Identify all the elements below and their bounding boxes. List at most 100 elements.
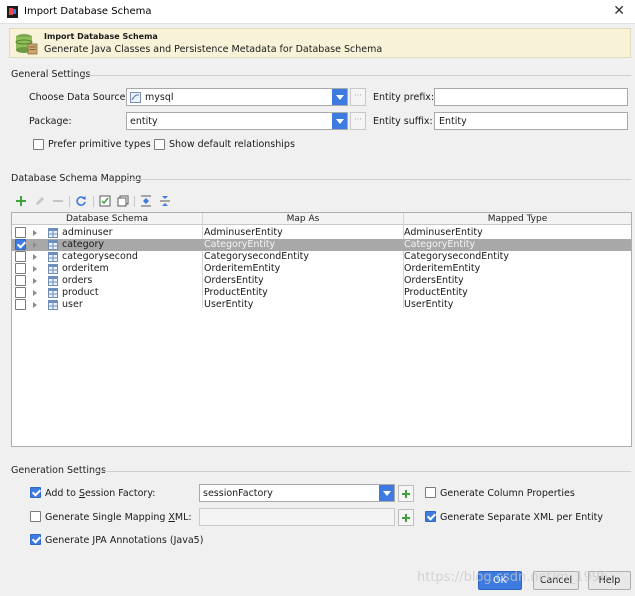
table-icon (48, 240, 58, 250)
column-header-database-schema[interactable]: Database Schema (12, 214, 202, 224)
session-factory-combo[interactable]: sessionFactory (199, 484, 395, 502)
banner-title: Import Database Schema (44, 32, 158, 41)
session-factory-checkbox[interactable] (30, 487, 41, 498)
browse-data-source-button[interactable]: ··· (350, 88, 366, 106)
data-source-combo[interactable]: mysql (126, 88, 348, 106)
row-schema-name: orderitem (62, 263, 109, 274)
toolbar-separator (69, 196, 70, 207)
show-default-checkbox[interactable] (154, 139, 165, 150)
row-schema-name: adminuser (62, 227, 113, 238)
single-mapping-xml-checkbox[interactable] (30, 511, 41, 522)
separate-xml-checkbox[interactable] (425, 511, 436, 522)
table-row[interactable]: adminuser AdminuserEntity AdminuserEntity (12, 227, 631, 239)
watermark-text: https://blog.csdn.net/m_1996 (417, 570, 609, 585)
entity-suffix-label: Entity suffix: (373, 116, 433, 127)
intellij-app-icon (7, 6, 18, 18)
title-bar: Import Database Schema ✕ (0, 0, 635, 24)
entity-prefix-field[interactable] (434, 88, 628, 106)
entity-prefix-label: Entity prefix: (373, 92, 435, 103)
collapse-all-icon[interactable] (159, 195, 171, 207)
chevron-down-icon[interactable] (332, 89, 347, 105)
prefer-primitive-label: Prefer primitive types (48, 139, 151, 150)
row-checkbox[interactable] (15, 263, 26, 274)
table-row[interactable]: category CategoryEntity CategoryEntity (12, 239, 631, 251)
row-schema-name: product (62, 287, 99, 298)
table-row[interactable]: orderitem OrderitemEntity OrderitemEntity (12, 263, 631, 275)
data-source-value: mysql (145, 92, 174, 103)
add-session-factory-button[interactable] (398, 485, 414, 502)
jpa-annotations-checkbox[interactable] (30, 534, 41, 545)
schema-mapping-table[interactable]: Database Schema Map As Mapped Type admin… (11, 212, 632, 447)
table-icon (48, 252, 58, 262)
jpa-annotations-label: Generate JPA Annotations (Java5) (45, 535, 204, 546)
expand-all-icon[interactable] (140, 195, 152, 207)
row-schema-name: orders (62, 275, 93, 286)
row-checkbox[interactable] (15, 275, 26, 286)
generation-settings-heading: Generation Settings (11, 465, 106, 476)
column-header-mapped-type[interactable]: Mapped Type (404, 214, 631, 224)
select-all-icon[interactable] (99, 195, 111, 207)
separate-xml-label: Generate Separate XML per Entity (440, 512, 603, 523)
add-mapping-xml-button[interactable] (398, 509, 414, 526)
row-checkbox[interactable] (15, 227, 26, 238)
table-row[interactable]: categorysecond CategorysecondEntity Catego… (12, 251, 631, 263)
window-title: Import Database Schema (24, 6, 152, 17)
row-mapped-type: CategoryEntity (404, 239, 476, 250)
entity-suffix-field[interactable]: Entity (434, 112, 628, 130)
row-map-as: OrdersEntity (204, 275, 264, 286)
row-mapped-type: OrdersEntity (404, 275, 464, 286)
unselect-all-icon[interactable] (117, 195, 129, 207)
expand-arrow-icon[interactable] (33, 266, 37, 272)
add-icon[interactable] (15, 195, 27, 207)
table-row[interactable]: user UserEntity UserEntity (12, 299, 631, 311)
row-schema-name: category (62, 239, 104, 250)
package-label: Package: (29, 116, 72, 127)
expand-arrow-icon[interactable] (33, 278, 37, 284)
expand-arrow-icon[interactable] (33, 290, 37, 296)
section-divider (95, 471, 631, 472)
expand-arrow-icon[interactable] (33, 302, 37, 308)
row-checkbox[interactable] (15, 251, 26, 262)
table-row[interactable]: product ProductEntity ProductEntity (12, 287, 631, 299)
close-icon[interactable]: ✕ (613, 3, 625, 19)
generate-column-properties-label: Generate Column Properties (440, 488, 575, 499)
show-default-label: Show default relationships (169, 139, 295, 150)
database-import-icon (15, 34, 38, 55)
row-mapped-type: OrderitemEntity (404, 263, 481, 274)
package-combo[interactable]: entity (126, 112, 348, 130)
row-checkbox[interactable] (15, 287, 26, 298)
row-map-as: AdminuserEntity (204, 227, 283, 238)
edit-icon[interactable] (34, 195, 46, 207)
expand-arrow-icon[interactable] (33, 254, 37, 260)
toolbar-separator (134, 196, 135, 207)
package-value: entity (130, 116, 158, 127)
prefer-primitive-checkbox[interactable] (33, 139, 44, 150)
chevron-down-icon[interactable] (332, 113, 347, 129)
row-checkbox[interactable] (15, 299, 26, 310)
single-mapping-xml-field[interactable] (199, 508, 395, 526)
row-mapped-type: UserEntity (404, 299, 454, 310)
row-map-as: CategorysecondEntity (204, 251, 310, 262)
refresh-icon[interactable] (75, 195, 87, 207)
expand-arrow-icon[interactable] (33, 242, 37, 248)
table-icon (48, 288, 58, 298)
chevron-down-icon[interactable] (379, 485, 394, 501)
table-icon (48, 276, 58, 286)
banner-description: Generate Java Classes and Persistence Me… (44, 44, 383, 55)
table-icon (48, 264, 58, 274)
remove-icon[interactable] (52, 195, 64, 207)
expand-arrow-icon[interactable] (33, 230, 37, 236)
data-source-label: Choose Data Source: (29, 92, 129, 103)
mapping-heading: Database Schema Mapping (11, 173, 142, 184)
table-row[interactable]: orders OrdersEntity OrdersEntity (12, 275, 631, 287)
browse-package-button[interactable]: ··· (350, 112, 366, 130)
toolbar-separator (93, 196, 94, 207)
row-checkbox[interactable] (15, 239, 26, 250)
session-factory-value: sessionFactory (203, 488, 273, 499)
table-icon (48, 300, 58, 310)
table-header: Database Schema Map As Mapped Type (12, 213, 631, 225)
column-header-map-as[interactable]: Map As (203, 214, 403, 224)
generate-column-properties-checkbox[interactable] (425, 487, 436, 498)
header-banner: Import Database Schema Generate Java Cla… (9, 28, 631, 58)
row-mapped-type: ProductEntity (404, 287, 468, 298)
